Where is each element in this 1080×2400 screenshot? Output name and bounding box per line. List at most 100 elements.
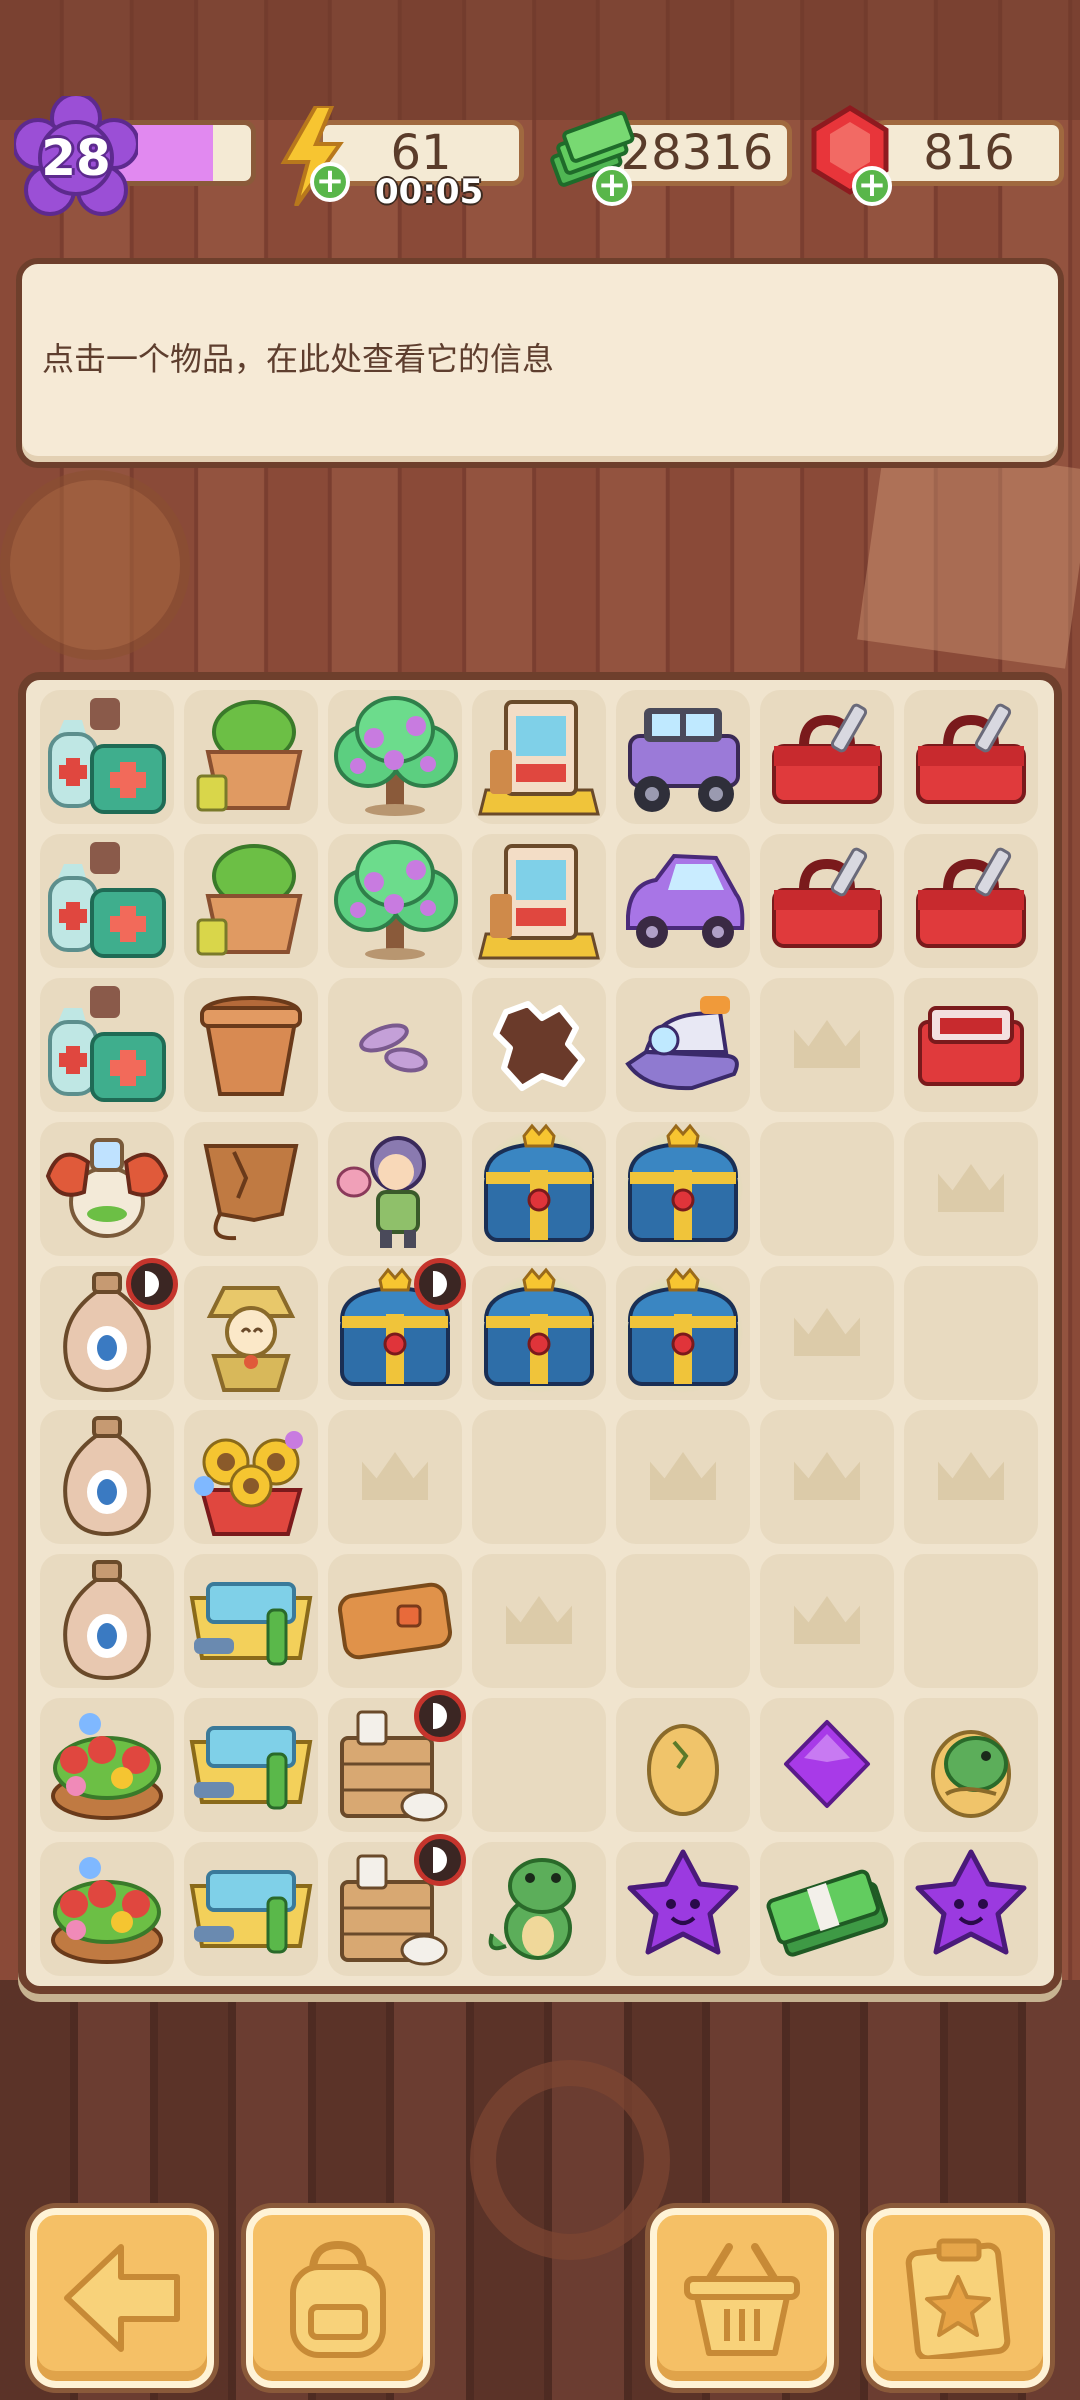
- board-cell[interactable]: [328, 834, 462, 968]
- board-cell[interactable]: [760, 834, 894, 968]
- board-cell[interactable]: [328, 978, 462, 1112]
- board-cell[interactable]: [184, 1266, 318, 1400]
- vending-machine-icon: [478, 700, 600, 816]
- board-cell[interactable]: [184, 978, 318, 1112]
- red-box-icon: [918, 1006, 1024, 1086]
- hud-bar: 28 61 + 00:05 28316 + 816 +: [0, 96, 1080, 220]
- board-cell[interactable]: [184, 834, 318, 968]
- board-cell[interactable]: [328, 690, 462, 824]
- board-cell[interactable]: [616, 834, 750, 968]
- board-cell[interactable]: [184, 1554, 318, 1688]
- board-cell-empty[interactable]: [760, 1554, 894, 1688]
- cooldown-timer-icon: [414, 1690, 466, 1742]
- board-cell-empty[interactable]: [616, 1554, 750, 1688]
- board-cell[interactable]: [472, 978, 606, 1112]
- flower-tree-icon: [334, 840, 458, 960]
- board-cell[interactable]: [616, 690, 750, 824]
- broken-pot-icon: [203, 1144, 299, 1241]
- board-cell[interactable]: [40, 834, 174, 968]
- board-cell-empty[interactable]: [760, 978, 894, 1112]
- board-cell[interactable]: [40, 1842, 174, 1976]
- level-badge[interactable]: 28: [14, 96, 138, 220]
- bathtub-icon: [189, 1726, 313, 1810]
- treasure-chest-icon: [483, 1267, 595, 1386]
- level-number: 28: [41, 129, 111, 187]
- dragon-vase-icon: [45, 1138, 169, 1238]
- cookie-icon: [493, 1001, 585, 1091]
- board-cell[interactable]: [328, 1258, 466, 1400]
- back-button[interactable]: [30, 2208, 214, 2388]
- gem-add-button[interactable]: +: [852, 166, 892, 206]
- board-cell[interactable]: [328, 1122, 462, 1256]
- shop-basket-button[interactable]: [650, 2208, 834, 2388]
- board-cell-empty[interactable]: [904, 1554, 1038, 1688]
- board-cell-empty[interactable]: [328, 1410, 462, 1544]
- board-cell[interactable]: [40, 1258, 178, 1400]
- board-cell[interactable]: [904, 978, 1038, 1112]
- board-cell[interactable]: [472, 690, 606, 824]
- board-cell[interactable]: [904, 834, 1038, 968]
- board-cell-empty[interactable]: [472, 1410, 606, 1544]
- board-cell[interactable]: [904, 690, 1038, 824]
- board-cell[interactable]: [760, 1698, 894, 1832]
- board-cell-empty[interactable]: [472, 1554, 606, 1688]
- board-cell-empty[interactable]: [760, 1266, 894, 1400]
- board-cell[interactable]: [40, 1410, 174, 1544]
- board-cell[interactable]: [184, 690, 318, 824]
- board-cell[interactable]: [40, 690, 174, 824]
- scarecrow-icon: [206, 1286, 296, 1392]
- energy-add-button[interactable]: +: [310, 162, 350, 202]
- board-cell[interactable]: [904, 1842, 1038, 1976]
- board-cell[interactable]: [328, 1834, 466, 1976]
- board-cell[interactable]: [472, 834, 606, 968]
- backpack-button[interactable]: [246, 2208, 430, 2388]
- board-cell[interactable]: [40, 1554, 174, 1688]
- jetski-icon: [625, 996, 739, 1091]
- medical-kit-icon: [48, 842, 166, 958]
- board-cell-empty[interactable]: [904, 1122, 1038, 1256]
- gem-value: 816: [923, 125, 1015, 181]
- cash-value: 28316: [620, 125, 774, 181]
- board-cell[interactable]: [616, 1698, 750, 1832]
- board-cell[interactable]: [40, 1698, 174, 1832]
- item-info-panel: 点击一个物品，在此处查看它的信息: [16, 258, 1064, 468]
- tasks-button[interactable]: [866, 2208, 1050, 2388]
- board-cell[interactable]: [616, 1266, 750, 1400]
- board-cell[interactable]: [616, 978, 750, 1112]
- toolbox-icon: [772, 847, 882, 948]
- board-cell-empty[interactable]: [904, 1266, 1038, 1400]
- board-cell-empty[interactable]: [616, 1410, 750, 1544]
- board-cell[interactable]: [616, 1122, 750, 1256]
- toolbox-icon: [916, 703, 1026, 804]
- board-cell[interactable]: [472, 1842, 606, 1976]
- clipboard-icon: [905, 2238, 1011, 2359]
- board-cell[interactable]: [904, 1698, 1038, 1832]
- board-cell-empty[interactable]: [760, 1122, 894, 1256]
- board-cell[interactable]: [184, 1122, 318, 1256]
- bathtub-icon: [189, 1870, 313, 1954]
- board-cell[interactable]: [40, 978, 174, 1112]
- board-cell[interactable]: [760, 690, 894, 824]
- plant-pot-icon: [196, 844, 303, 956]
- board-cell[interactable]: [184, 1698, 318, 1832]
- board-cell[interactable]: [184, 1410, 318, 1544]
- jeep-icon: [628, 708, 740, 812]
- board-cell[interactable]: [184, 1842, 318, 1976]
- purple-star-icon: [915, 1849, 1027, 1955]
- gem-counter[interactable]: 816: [874, 120, 1064, 186]
- board-cell[interactable]: [616, 1842, 750, 1976]
- medical-kit-icon: [48, 986, 166, 1102]
- board-cell[interactable]: [472, 1122, 606, 1256]
- vase-icon: [63, 1560, 151, 1681]
- board-cell[interactable]: [760, 1842, 894, 1976]
- board-cell[interactable]: [328, 1554, 462, 1688]
- treasure-chest-icon: [627, 1123, 739, 1242]
- board-cell[interactable]: [40, 1122, 174, 1256]
- board-cell[interactable]: [328, 1690, 466, 1832]
- cash-add-button[interactable]: +: [592, 166, 632, 206]
- energy-timer: 00:05: [375, 172, 484, 212]
- board-cell-empty[interactable]: [904, 1410, 1038, 1544]
- board-cell-empty[interactable]: [760, 1410, 894, 1544]
- board-cell-empty[interactable]: [472, 1698, 606, 1832]
- board-cell[interactable]: [472, 1266, 606, 1400]
